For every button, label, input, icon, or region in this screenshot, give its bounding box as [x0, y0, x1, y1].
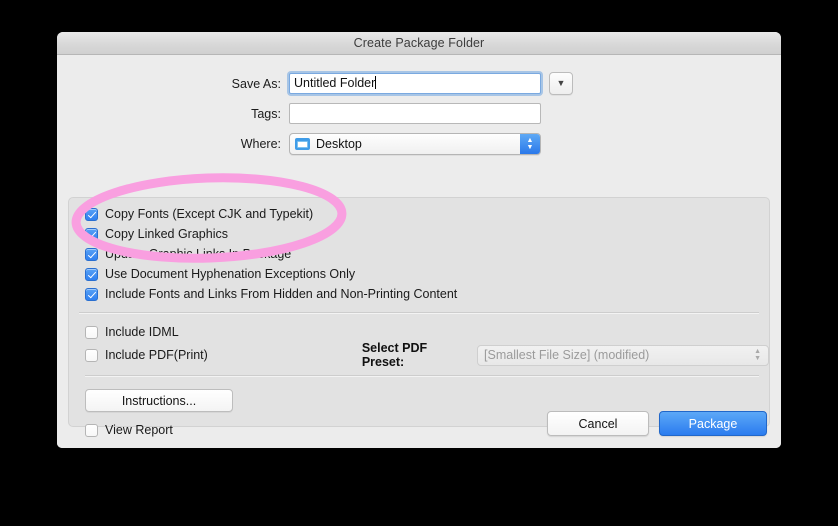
screen-backdrop: Create Package Folder Save As: Untitled …	[0, 0, 838, 526]
save-as-expand-button[interactable]: ▼	[549, 72, 573, 95]
up-down-stepper-icon: ▲ ▼	[754, 348, 761, 362]
checkbox-copy-fonts[interactable]	[85, 207, 98, 221]
save-as-row: Save As: Untitled Folder ▼	[57, 72, 781, 95]
option-hyphenation-exceptions[interactable]: Use Document Hyphenation Exceptions Only	[85, 264, 769, 284]
save-as-value: Untitled Folder	[294, 76, 376, 90]
checkbox-view-report[interactable]	[85, 423, 98, 437]
save-form: Save As: Untitled Folder ▼ Tags: Where:	[57, 55, 781, 155]
option-copy-linked-graphics[interactable]: Copy Linked Graphics	[85, 224, 769, 244]
include-pdf-row: Include PDF(Print) Select PDF Preset: [S…	[85, 341, 769, 369]
where-popup-button[interactable]: Desktop ▲ ▼	[289, 132, 541, 155]
tags-row: Tags:	[57, 102, 781, 125]
cancel-button[interactable]: Cancel	[547, 411, 649, 436]
instructions-button[interactable]: Instructions...	[85, 389, 233, 412]
checkbox-include-hidden-content[interactable]	[85, 287, 98, 301]
pdf-preset-select[interactable]: [Smallest File Size] (modified) ▲ ▼	[477, 344, 769, 366]
dialog-titlebar: Create Package Folder	[57, 32, 781, 55]
checkbox-hyphenation-exceptions[interactable]	[85, 267, 98, 281]
tags-input[interactable]	[289, 103, 541, 124]
tags-label: Tags:	[251, 106, 281, 121]
option-label: Update Graphic Links In Package	[105, 247, 292, 261]
option-copy-fonts[interactable]: Copy Fonts (Except CJK and Typekit)	[85, 204, 769, 224]
save-as-input[interactable]: Untitled Folder	[289, 73, 541, 94]
chevron-down-icon: ▼	[556, 78, 566, 88]
option-label: Include PDF(Print)	[105, 348, 208, 362]
text-caret	[375, 76, 377, 89]
option-label: Include Fonts and Links From Hidden and …	[105, 287, 458, 301]
package-options-panel: Copy Fonts (Except CJK and Typekit) Copy…	[68, 197, 770, 437]
dialog-title: Create Package Folder	[353, 36, 485, 50]
option-label: Include IDML	[105, 325, 179, 339]
where-value: Desktop	[316, 136, 362, 151]
checkbox-include-pdf-print[interactable]	[85, 348, 98, 362]
save-as-label: Save As:	[231, 76, 281, 91]
option-update-graphic-links[interactable]: Update Graphic Links In Package	[85, 244, 769, 264]
checkbox-copy-linked-graphics[interactable]	[85, 227, 98, 241]
dialog-body: Save As: Untitled Folder ▼ Tags: Where:	[57, 55, 781, 448]
package-button[interactable]: Package	[659, 411, 767, 436]
option-include-hidden-content[interactable]: Include Fonts and Links From Hidden and …	[85, 284, 769, 304]
panel-divider-2	[85, 375, 759, 377]
dialog-button-bar: Cancel Package	[547, 411, 767, 436]
option-label: Copy Linked Graphics	[105, 227, 228, 241]
secondary-options-list: Include IDML Include PDF(Print) Select P…	[69, 314, 769, 369]
option-include-idml[interactable]: Include IDML	[85, 322, 769, 342]
checkbox-update-graphic-links[interactable]	[85, 247, 98, 261]
option-label: Use Document Hyphenation Exceptions Only	[105, 267, 356, 281]
primary-options-list: Copy Fonts (Except CJK and Typekit) Copy…	[69, 198, 769, 304]
option-label: Copy Fonts (Except CJK and Typekit)	[105, 207, 314, 221]
where-row: Where: Desktop ▲ ▼	[57, 132, 781, 155]
folder-icon	[295, 137, 310, 150]
pdf-preset-value: [Smallest File Size] (modified)	[484, 348, 650, 362]
pdf-preset-label: Select PDF Preset:	[361, 341, 428, 369]
option-label: View Report	[105, 423, 173, 437]
where-label: Where:	[240, 136, 281, 151]
create-package-folder-dialog: Create Package Folder Save As: Untitled …	[57, 32, 781, 448]
checkbox-include-idml[interactable]	[85, 325, 98, 339]
up-down-stepper-icon[interactable]: ▲ ▼	[520, 133, 540, 154]
